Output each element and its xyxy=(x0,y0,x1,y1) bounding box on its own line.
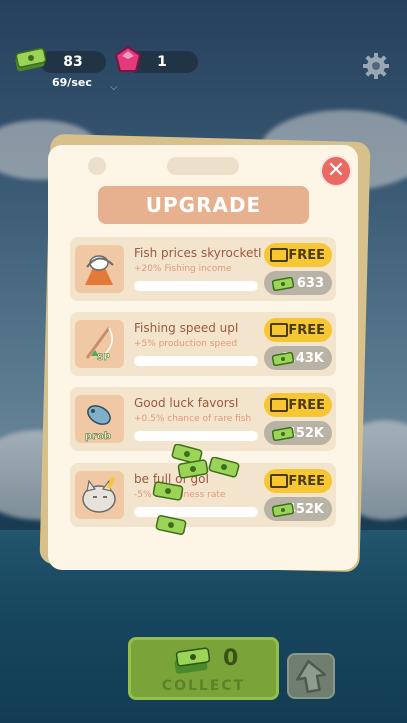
panel-hole xyxy=(88,157,106,175)
sleepy-cat-icon xyxy=(75,471,124,519)
buy-button[interactable]: 1.43K xyxy=(264,346,332,370)
upgrade-desc: +5% production speed xyxy=(134,339,238,349)
close-button[interactable]: ✕ xyxy=(320,155,352,187)
collect-button[interactable]: 0 COLLECT xyxy=(128,637,279,700)
free-label: FREE xyxy=(288,397,325,413)
cash-counter: 83 xyxy=(40,51,106,73)
panel-title: UPGRADE xyxy=(98,186,309,224)
chevron-down-icon[interactable]: ⌵ xyxy=(110,82,118,93)
free-ad-button[interactable]: FREE xyxy=(264,243,332,267)
film-icon xyxy=(270,398,288,412)
film-icon xyxy=(270,474,288,488)
cash-icon xyxy=(272,427,294,441)
gem-value: 1 xyxy=(157,54,167,70)
free-ad-button[interactable]: FREE xyxy=(264,469,332,493)
free-label: FREE xyxy=(288,247,325,263)
cash-icon xyxy=(15,47,47,72)
upgrade-name: Good luck favorsI xyxy=(134,396,239,410)
film-icon xyxy=(270,323,288,337)
upgrade-row: Fish prices skyrocketI +20% Fishing inco… xyxy=(70,237,336,301)
cash-icon xyxy=(272,352,294,366)
cash-value: 83 xyxy=(63,54,83,70)
cash-icon xyxy=(272,277,294,291)
film-icon xyxy=(270,248,288,262)
free-ad-button[interactable]: FREE xyxy=(264,393,332,417)
upgrade-row: SP Fishing speed upI +5% production spee… xyxy=(70,312,336,376)
upgrade-arrow-button[interactable] xyxy=(287,653,335,699)
gear-icon[interactable] xyxy=(362,52,390,80)
cash-icon xyxy=(152,481,184,501)
upgrade-desc: +20% Fishing income xyxy=(134,264,232,274)
close-icon: ✕ xyxy=(326,158,346,183)
collect-label: COLLECT xyxy=(161,678,246,694)
upgrade-name: Fishing speed upI xyxy=(134,321,239,335)
free-label: FREE xyxy=(288,473,325,489)
cost-value: 633 xyxy=(296,275,324,291)
buy-button[interactable]: 452K xyxy=(264,421,332,445)
progress-bar xyxy=(134,431,258,441)
sp-badge: SP xyxy=(97,353,110,363)
panel-tab xyxy=(167,157,239,175)
collect-amount: 0 xyxy=(223,646,239,671)
fishing-speed-icon: SP xyxy=(75,320,124,368)
fish-price-icon xyxy=(75,245,124,293)
cash-stack-icon xyxy=(174,647,211,674)
buy-button[interactable]: 452K xyxy=(264,497,332,521)
free-ad-button[interactable]: FREE xyxy=(264,318,332,342)
cash-icon xyxy=(272,503,294,517)
free-label: FREE xyxy=(288,322,325,338)
arrow-up-icon xyxy=(296,659,327,694)
upgrade-desc: +0.5% chance of rare fish xyxy=(134,414,252,424)
gem-icon xyxy=(114,45,142,72)
prob-badge: prob xyxy=(85,431,111,442)
upgrade-name: Fish prices skyrocketI xyxy=(134,246,262,260)
cash-icon xyxy=(208,457,240,478)
progress-bar xyxy=(134,507,258,517)
upgrade-row: prob Good luck favorsI +0.5% chance of r… xyxy=(70,387,336,451)
buy-button[interactable]: 633 xyxy=(264,271,332,295)
income-rate: 69/sec xyxy=(52,76,92,89)
rare-fish-icon: prob xyxy=(75,395,124,443)
cash-icon xyxy=(155,515,187,535)
cash-icon xyxy=(177,459,209,479)
progress-bar xyxy=(134,356,258,366)
progress-bar xyxy=(134,281,258,291)
